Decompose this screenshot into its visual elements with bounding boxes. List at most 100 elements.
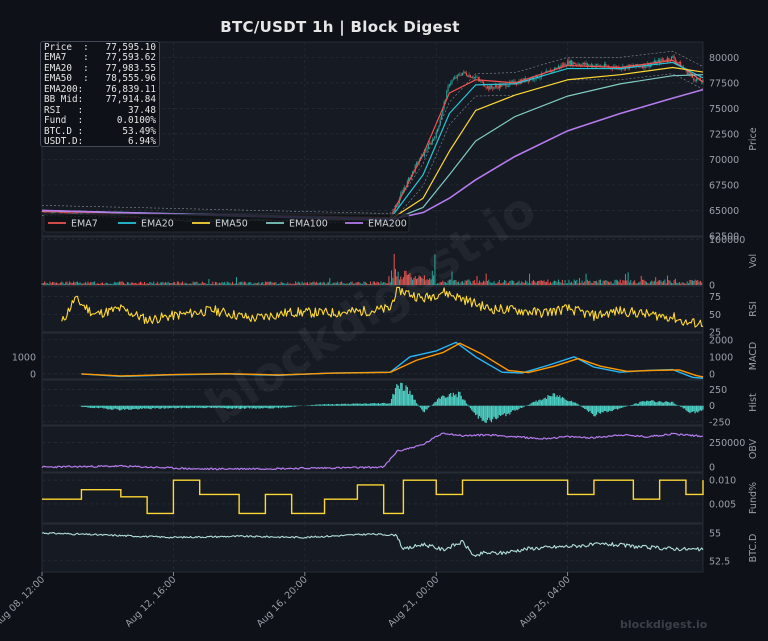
hist-bar [561,396,563,406]
hist-bar [657,401,659,406]
volume-bar [208,279,210,285]
hist-bar [556,395,558,406]
hist-bar [162,405,164,408]
hist-bar [636,403,638,406]
info-label: USDT.D: [44,136,84,148]
hist-bar [695,405,698,412]
volume-bar [203,282,205,285]
hist-bar [593,405,595,417]
volume-bar [44,281,46,285]
y-tick-label: 50 [709,310,721,321]
candle-body [494,85,496,87]
volume-bar [670,282,672,285]
volume-bar [351,281,353,285]
volume-bar [523,282,525,285]
volume-bar [100,282,102,285]
volume-bar [539,280,541,285]
volume-bar [661,282,663,285]
volume-bar [292,283,294,285]
x-tick-label: Aug 08, 12:00 [0,574,47,629]
volume-bar [48,284,50,285]
volume-bar [525,280,527,285]
volume-bar [278,283,280,285]
volume-bar [345,283,347,285]
volume-bar [688,283,690,285]
hist-bar [170,405,172,409]
volume-bar [147,283,149,285]
hist-bar [277,405,280,409]
hist-bar [479,405,481,417]
volume-bar [121,281,123,285]
hist-bar [616,405,619,410]
volume-bar [514,283,516,285]
volume-bar [154,283,156,285]
candle-body [515,84,517,85]
volume-bar [155,283,157,285]
hist-bar [549,396,552,406]
volume-bar [522,282,524,285]
volume-bar [686,281,688,285]
volume-bar [52,281,54,285]
hist-bar [656,402,658,406]
volume-bar [214,281,216,285]
volume-bar [546,281,548,285]
hist-bar [547,395,549,406]
volume-bar [543,280,545,285]
volume-bar [74,282,76,285]
hist-bar [690,405,692,413]
hist-bar [540,400,542,406]
hist-bar [576,403,578,406]
hist-bar [569,401,571,406]
hist-bar [673,403,675,406]
candle-body [596,64,598,66]
panel-label-hist: Hist [748,393,759,412]
hist-bar [592,405,594,415]
volume-bar [137,283,139,285]
volume-bar [55,282,57,285]
hist-bar [312,404,314,406]
hist-bar [560,398,562,406]
hist-bar [200,405,202,409]
hist-bar [296,405,298,407]
volume-bar [479,280,481,285]
hist-bar [363,403,365,406]
volume-bar [299,282,301,285]
hist-bar [456,397,458,406]
hist-bar [193,405,196,409]
volume-bar [54,282,56,285]
candle-body [454,77,456,80]
volume-bar [464,280,466,285]
y-tick-label: 100000 [709,235,745,246]
y-tick-label-left: 1000 [12,352,36,363]
volume-bar [551,283,553,285]
volume-bar [172,282,174,285]
volume-bar [585,273,587,285]
volume-bar [577,283,579,285]
candle-body [53,212,55,214]
hist-bar [103,405,105,409]
hist-bar [518,405,520,409]
hist-bar [681,405,683,408]
hist-bar [354,403,356,406]
y-tick-label: 2000 [709,335,733,346]
hist-bar [172,405,175,408]
volume-bar [317,282,319,285]
volume-bar [631,283,633,285]
hist-bar [620,405,623,408]
volume-bar [108,283,110,285]
volume-bar [53,282,55,285]
volume-bar [75,281,77,285]
volume-bar [204,282,206,285]
hist-bar [488,405,490,418]
volume-bar [129,283,131,285]
volume-bar [623,280,625,285]
hist-bar [523,405,525,407]
volume-bar [489,282,491,285]
hist-bar [93,405,96,409]
hist-bar [691,405,694,412]
hist-bar [347,403,349,406]
volume-bar [584,281,586,285]
hist-bar [517,405,519,411]
volume-bar [69,281,71,285]
hist-bar [473,405,475,413]
